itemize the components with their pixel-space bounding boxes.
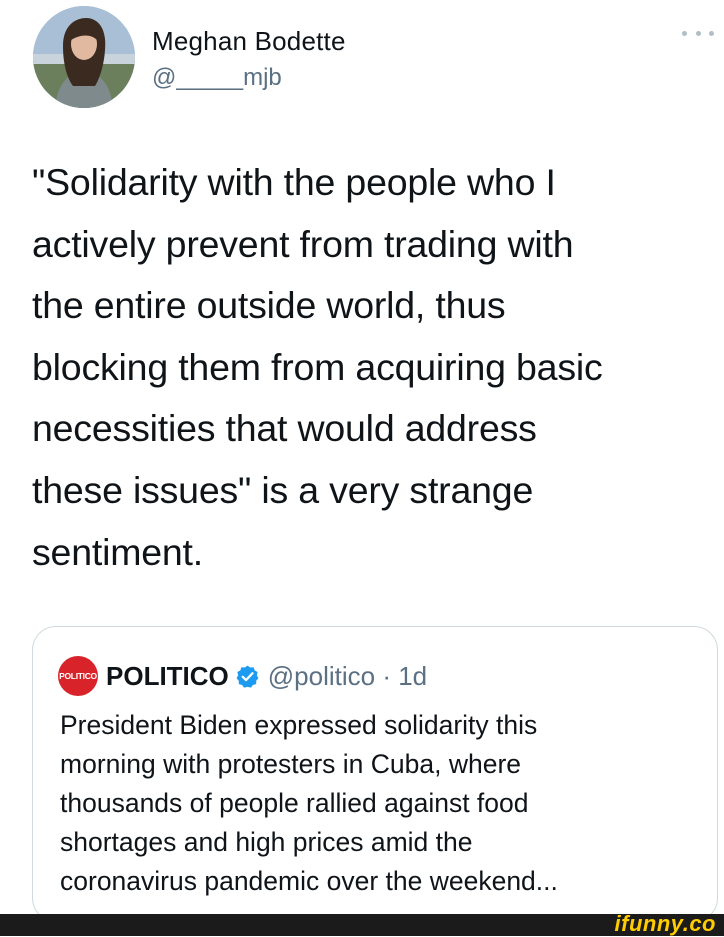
politico-logo-icon[interactable]: POLITICO [58,656,98,696]
tweet-text: "Solidarity with the people who I active… [32,161,603,573]
author-display-name[interactable]: Meghan Bodette [152,26,346,57]
verified-badge-icon [236,665,259,688]
ellipsis-dot [682,30,687,36]
profile-photo [33,6,135,108]
author-handle[interactable]: @_____mjb [152,64,282,92]
author-avatar[interactable] [33,6,135,108]
ifunny-watermark: ifunny.co [614,911,716,936]
ellipsis-dot [695,30,701,36]
quote-tweet-text: President Biden expressed solidarity thi… [60,710,558,896]
ellipsis-dot [709,30,714,36]
quote-header: POLITICO @politico · 1d [106,658,427,694]
politico-logo-text: POLITICO [59,671,97,681]
quote-handle-time[interactable]: @politico · 1d [268,661,427,692]
quote-author-name[interactable]: POLITICO [106,661,229,692]
ellipsis-icon[interactable] [682,26,714,40]
